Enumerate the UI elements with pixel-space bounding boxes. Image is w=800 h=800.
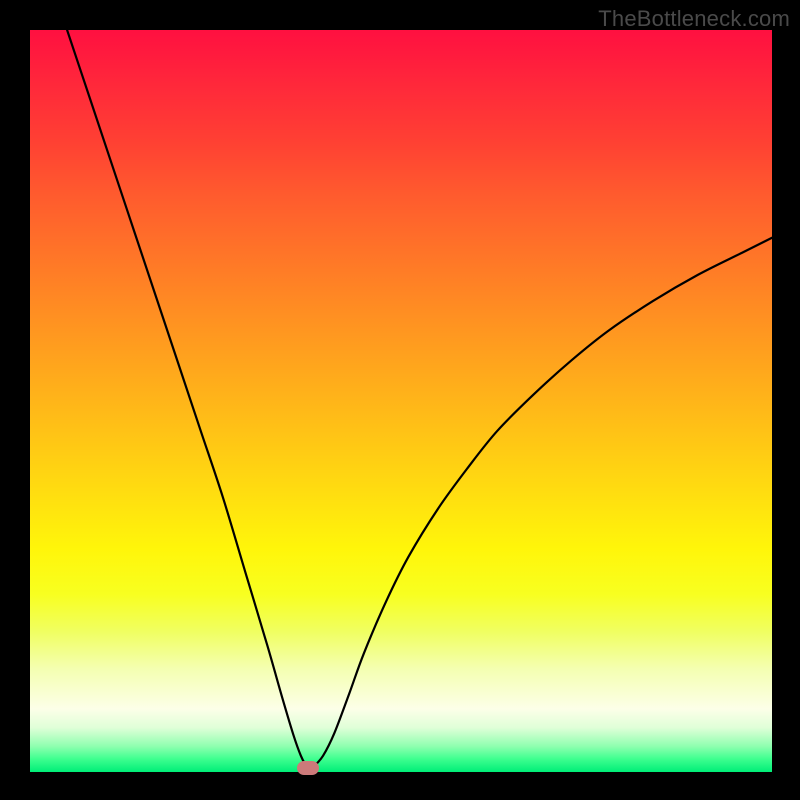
bottleneck-curve [30,30,772,772]
chart-plot-area [30,30,772,772]
optimal-point-marker [297,761,319,775]
watermark-label: TheBottleneck.com [598,6,790,32]
